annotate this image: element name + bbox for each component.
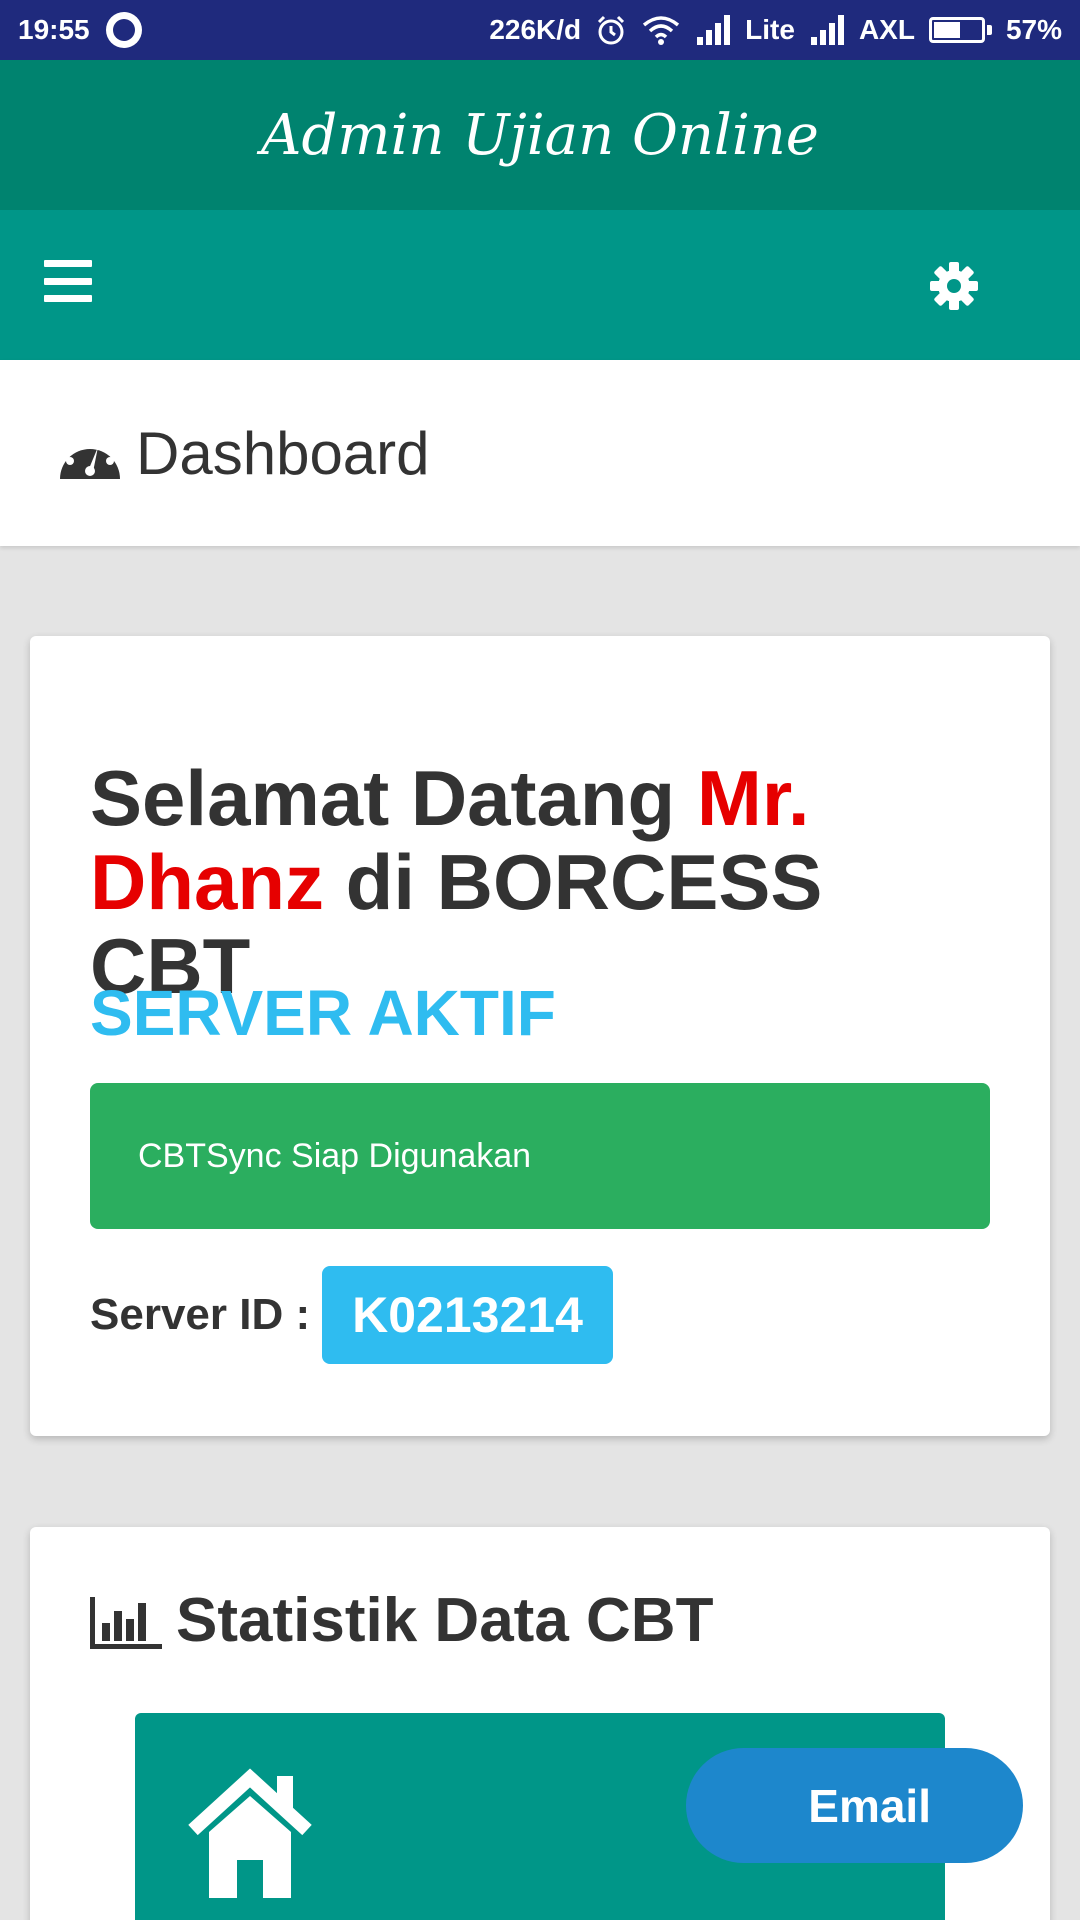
stats-title: Statistik Data CBT [176, 1586, 714, 1655]
status-bar: 19:55 226K/d Lite AXL 57% [0, 0, 1080, 60]
stats-title-row: Statistik Data CBT [90, 1585, 713, 1656]
hamburger-icon[interactable] [44, 260, 92, 302]
email-label: Email [808, 1779, 931, 1832]
home-icon [188, 1768, 312, 1898]
page-header: Dashboard [0, 360, 1080, 546]
server-id-label: Server ID : [90, 1290, 311, 1339]
carrier-1: Lite [745, 14, 795, 45]
status-time: 19:55 [18, 14, 90, 45]
app-title-bar: Admin Ujian Online [0, 60, 1080, 210]
alarm-icon [598, 15, 625, 45]
signal-icon [810, 15, 844, 45]
app-title: Admin Ujian Online [261, 102, 819, 168]
gear-icon[interactable] [928, 260, 980, 312]
sync-message: CBTSync Siap Digunakan [138, 1136, 532, 1175]
bar-chart-icon [90, 1596, 162, 1649]
blackberry-icon [105, 12, 142, 48]
battery-percent: 57% [1005, 14, 1062, 45]
server-id-badge: K0213214 [322, 1266, 613, 1364]
net-speed: 226K/d [489, 14, 582, 45]
nav-bar [0, 210, 1080, 360]
greeting-prefix: Selamat Datang [90, 754, 697, 842]
wifi-icon [643, 16, 680, 45]
welcome-heading: Selamat Datang Mr. Dhanz di BORCESS CBT [90, 756, 970, 1008]
page-title: Dashboard [136, 419, 430, 487]
dashboard-icon [60, 434, 120, 479]
carrier-2: AXL [858, 14, 915, 45]
signal-icon [697, 15, 731, 45]
battery-icon [928, 17, 992, 43]
server-status: SERVER AKTIF [90, 977, 556, 1049]
server-id-row: Server ID : K0213214 [90, 1266, 613, 1364]
email-button[interactable]: Email [686, 1748, 1023, 1863]
sync-alert: CBTSync Siap Digunakan [90, 1083, 990, 1229]
welcome-card: Selamat Datang Mr. Dhanz di BORCESS CBT … [30, 636, 1050, 1436]
